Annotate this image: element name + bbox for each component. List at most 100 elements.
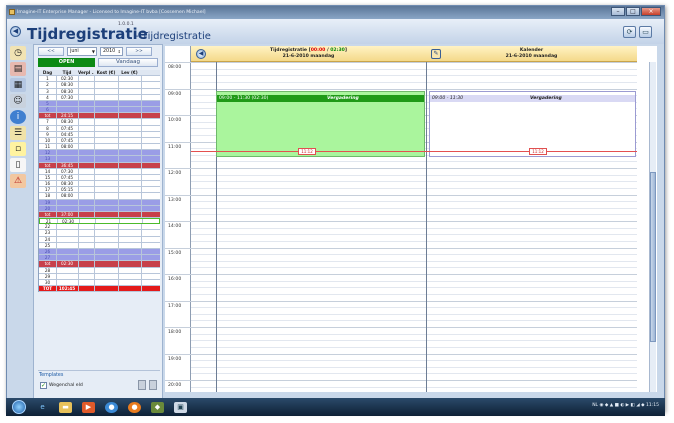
- slot-gridline: [191, 234, 637, 236]
- grid-column-line: [118, 230, 119, 236]
- open-button[interactable]: OPEN: [38, 58, 95, 67]
- grid-column-line: [78, 100, 79, 107]
- firefox-icon[interactable]: ●: [128, 401, 141, 413]
- document-icon[interactable]: ▯: [10, 158, 26, 172]
- slot-gridline: [191, 68, 637, 70]
- template-doc-icon[interactable]: [149, 380, 157, 390]
- grid-column-line: [56, 248, 57, 255]
- folder-icon[interactable]: ▬: [59, 401, 72, 413]
- grid-column-line: [141, 205, 142, 211]
- current-time-tag: 11:12: [529, 148, 547, 155]
- calendar-icon[interactable]: ▦: [10, 78, 26, 92]
- header-lev: Lev (€): [121, 70, 138, 75]
- grid-column-line: [94, 156, 95, 162]
- media-icon[interactable]: ▶: [82, 401, 95, 413]
- calendar-date: 21-6-2010 maandag: [505, 54, 558, 59]
- row-time: 07:45: [60, 125, 74, 131]
- grid-column-line: [118, 137, 119, 144]
- slot-gridline: [191, 240, 637, 242]
- grid-column-line: [56, 125, 57, 131]
- slot-gridline: [191, 75, 637, 77]
- scrollbar-thumb[interactable]: [650, 172, 656, 342]
- event-label: Vergadering: [327, 96, 359, 101]
- prev-month-button[interactable]: <<: [38, 47, 64, 56]
- app-task-icon[interactable]: ◆: [151, 401, 164, 413]
- slot-gridline: [191, 267, 637, 269]
- enterprise-manager-task[interactable]: ▣: [174, 401, 187, 413]
- planned-time: 02:30: [330, 48, 345, 53]
- slot-gridline: [191, 360, 637, 362]
- window-layout-icon[interactable]: ▭: [639, 26, 652, 38]
- grid-column-line: [118, 205, 119, 211]
- slot-gridline: [191, 274, 637, 275]
- month-select[interactable]: juni ▼: [67, 47, 97, 56]
- language-indicator[interactable]: NL: [592, 403, 598, 408]
- template-checkbox[interactable]: ✓: [40, 382, 47, 389]
- grid-column-line: [118, 181, 119, 187]
- hour-tick: [165, 88, 191, 90]
- row-day: TOT: [42, 286, 53, 292]
- grid-column-line: [56, 236, 57, 242]
- grid-column-line: [142, 219, 143, 224]
- start-button[interactable]: [12, 400, 26, 414]
- day-view: ◀ Tijdregistratie [00:00 / 02:30] 21-6-2…: [191, 46, 657, 392]
- grid-column-line: [94, 261, 95, 267]
- notes-icon[interactable]: ☰: [10, 126, 26, 140]
- grid-column-line: [78, 248, 79, 255]
- year-stepper[interactable]: 2010 ⇕: [100, 47, 123, 56]
- title-bar[interactable]: Imagine-IT Enterprise Manager - Licensed…: [7, 6, 664, 19]
- grid-column-line: [78, 267, 79, 273]
- row-day: 4: [46, 94, 49, 100]
- people-icon[interactable]: ☺: [10, 94, 26, 108]
- hour-label: 08:00: [168, 65, 182, 70]
- registration-event[interactable]: 09:00 - 11:30 (02:30) Vergadering: [216, 91, 425, 157]
- browser-icon[interactable]: e: [36, 402, 49, 413]
- messenger-icon[interactable]: ●: [105, 401, 118, 413]
- slot-gridline: [191, 287, 637, 289]
- grid-column-line: [78, 94, 79, 100]
- next-month-button[interactable]: >>: [126, 47, 152, 56]
- grid-column-line: [118, 156, 119, 162]
- refresh-icon[interactable]: ⟳: [623, 26, 636, 38]
- grid-column-line: [94, 181, 95, 187]
- grid-column-line: [78, 193, 79, 199]
- template-doc-icon[interactable]: [138, 380, 146, 390]
- grid-column-line: [141, 279, 142, 286]
- grid-column-line: [94, 174, 95, 181]
- grid-column-line: [78, 199, 79, 205]
- total-row[interactable]: TOT 102:45: [39, 286, 160, 293]
- template-label: Wegenchal eld: [49, 383, 83, 388]
- info-icon[interactable]: i: [10, 110, 26, 124]
- hour-label: 13:00: [168, 197, 182, 203]
- slot-gridline: [191, 161, 637, 163]
- grid-column-line: [94, 273, 95, 279]
- pdf-icon[interactable]: ⚠: [10, 174, 26, 188]
- today-button[interactable]: Vandaag: [98, 58, 158, 67]
- slot-gridline: [191, 353, 637, 355]
- hour-tick: [165, 247, 191, 249]
- briefcase-icon[interactable]: ▤: [10, 62, 26, 76]
- grid-column-line: [78, 261, 79, 267]
- row-time: 07:45: [60, 174, 74, 180]
- hour-label: 11:00: [168, 144, 182, 150]
- maximize-button[interactable]: □: [626, 7, 640, 16]
- close-button[interactable]: ×: [641, 7, 661, 16]
- grid-column-line: [141, 82, 142, 88]
- grid-column-line: [78, 88, 79, 94]
- title-prefix: Tijdregistratie [: [270, 48, 311, 53]
- back-arrow-icon[interactable]: ◀: [10, 26, 21, 37]
- row-day: 23: [44, 230, 51, 236]
- vertical-scrollbar[interactable]: [649, 62, 656, 392]
- grid-column-line: [94, 211, 95, 218]
- hour-label: 14:00: [168, 224, 182, 229]
- grid-column-line: [56, 255, 57, 261]
- row-day: 5: [46, 100, 49, 106]
- clock-icon[interactable]: ◷: [10, 46, 26, 60]
- minimize-button[interactable]: –: [611, 7, 625, 16]
- grid-column-line: [118, 76, 119, 82]
- sticky-note-icon[interactable]: ▫: [10, 142, 26, 156]
- chevron-down-icon: ▼: [91, 49, 95, 54]
- grid-column-line: [119, 219, 120, 224]
- clock[interactable]: 11:15: [646, 403, 659, 408]
- row-day: 6: [46, 107, 49, 113]
